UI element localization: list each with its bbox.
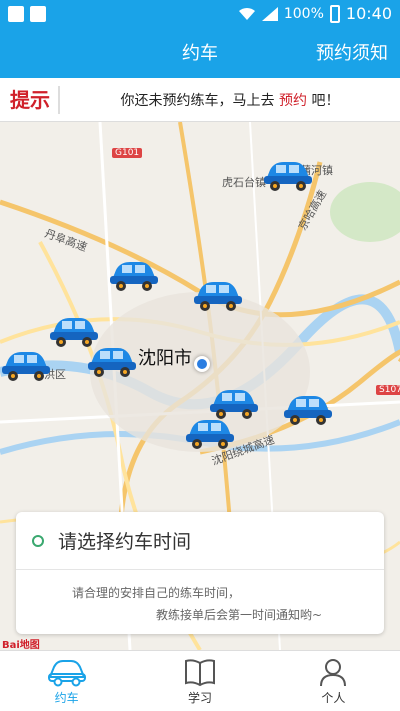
car-marker[interactable] (282, 392, 334, 426)
map-attribution: Bai地图 (2, 640, 40, 651)
car-marker[interactable] (184, 416, 236, 450)
tab-study[interactable]: 学习 (133, 651, 266, 711)
tab-profile[interactable]: 个人 (267, 651, 400, 711)
status-right: 100% 10:40 (238, 4, 392, 23)
car-marker[interactable] (0, 348, 52, 382)
current-location-marker (194, 356, 210, 372)
booking-notice-link[interactable]: 预约须知 (316, 30, 388, 78)
bottom-tab-bar: 约车 学习 个人 (0, 650, 400, 711)
car-marker[interactable] (192, 278, 244, 312)
tab-label: 学习 (187, 691, 212, 705)
tip-text-before: 你还未预约练车，马上去 (120, 92, 279, 109)
car-marker[interactable] (262, 158, 314, 192)
search-notification-icon (30, 6, 46, 22)
status-bar: 100% 10:40 (0, 0, 400, 30)
road-badge-s107: S107 (376, 385, 400, 395)
app-header: 约车 预约须知 (0, 30, 400, 78)
ring-icon (32, 534, 44, 547)
tip-bar: 提示 你还未预约练车，马上去 预约 吧！ (0, 78, 400, 122)
tip-book-link[interactable]: 预约 (279, 93, 307, 109)
status-left (8, 6, 46, 22)
car-marker[interactable] (208, 386, 260, 420)
road-badge-g101: G101 (112, 148, 143, 158)
battery-percent: 100% (283, 5, 324, 22)
tip-message: 你还未预约练车，马上去 预约 吧！ (60, 90, 400, 110)
tip-label: 提示 (0, 85, 60, 114)
map-label-hushitai: 虎石台镇 (222, 176, 266, 189)
car-marker[interactable] (86, 344, 138, 378)
car-marker[interactable] (108, 258, 160, 292)
battery-icon (329, 4, 340, 23)
gallery-notification-icon (8, 6, 24, 22)
card-hint-line2: 教练接单后会第一时间通知哟~ (156, 608, 323, 622)
signal-icon (261, 6, 278, 21)
person-icon (320, 659, 347, 687)
book-icon (184, 659, 215, 687)
tab-book-car[interactable]: 约车 (0, 651, 133, 711)
car-icon (47, 660, 86, 687)
tab-label: 约车 (54, 691, 79, 705)
select-time-row[interactable]: 请选择约车时间 (16, 512, 384, 570)
booking-time-card: 请选择约车时间 请合理的安排自己的练车时间， 教练接单后会第一时间通知哟~ (16, 512, 384, 634)
car-marker[interactable] (48, 314, 100, 348)
tab-label: 个人 (321, 691, 346, 705)
map-city-label: 沈阳市 (138, 348, 192, 369)
select-time-label: 请选择约车时间 (58, 531, 192, 553)
tip-text-after: 吧！ (307, 92, 340, 109)
wifi-icon (238, 7, 255, 20)
clock: 10:40 (345, 4, 392, 23)
card-hint-line1: 请合理的安排自己的练车时间， (72, 586, 241, 600)
